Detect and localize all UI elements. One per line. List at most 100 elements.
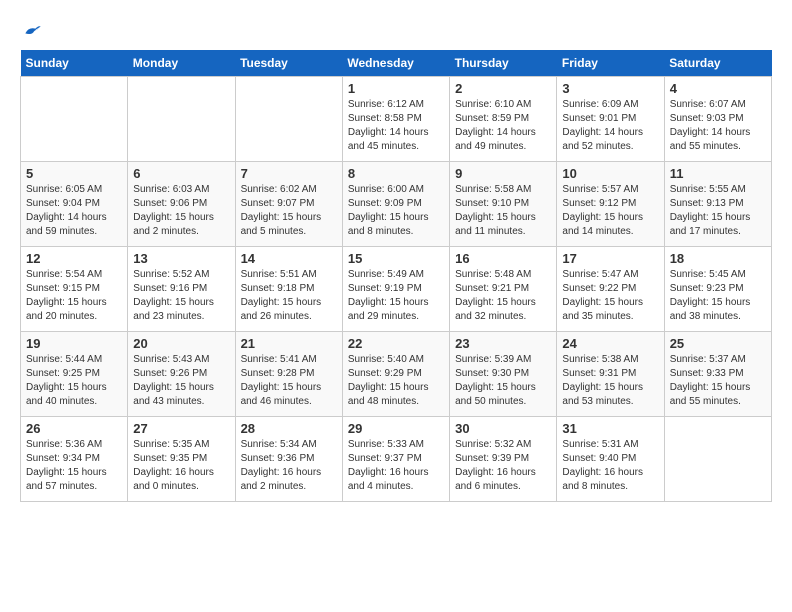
calendar-cell: 6Sunrise: 6:03 AMSunset: 9:06 PMDaylight… [128,162,235,247]
sunset-text: Sunset: 9:01 PM [562,112,658,126]
day-info: Sunrise: 5:47 AMSunset: 9:22 PMDaylight:… [562,268,658,324]
daylight-text: Daylight: 15 hours and 32 minutes. [455,296,551,324]
day-info: Sunrise: 5:49 AMSunset: 9:19 PMDaylight:… [348,268,444,324]
sunset-text: Sunset: 8:59 PM [455,112,551,126]
daylight-text: Daylight: 15 hours and 2 minutes. [133,211,229,239]
calendar-cell: 22Sunrise: 5:40 AMSunset: 9:29 PMDayligh… [342,332,449,417]
calendar-cell [128,77,235,162]
calendar-cell: 1Sunrise: 6:12 AMSunset: 8:58 PMDaylight… [342,77,449,162]
day-number: 26 [26,421,122,436]
sunset-text: Sunset: 9:35 PM [133,452,229,466]
calendar-cell: 12Sunrise: 5:54 AMSunset: 9:15 PMDayligh… [21,247,128,332]
sunset-text: Sunset: 9:40 PM [562,452,658,466]
day-info: Sunrise: 5:57 AMSunset: 9:12 PMDaylight:… [562,183,658,239]
weekday-header-wednesday: Wednesday [342,50,449,77]
calendar-cell: 21Sunrise: 5:41 AMSunset: 9:28 PMDayligh… [235,332,342,417]
day-info: Sunrise: 5:55 AMSunset: 9:13 PMDaylight:… [670,183,766,239]
daylight-text: Daylight: 16 hours and 0 minutes. [133,466,229,494]
daylight-text: Daylight: 14 hours and 55 minutes. [670,126,766,154]
sunrise-text: Sunrise: 5:39 AM [455,353,551,367]
calendar-cell: 18Sunrise: 5:45 AMSunset: 9:23 PMDayligh… [664,247,771,332]
day-number: 4 [670,81,766,96]
calendar-cell: 9Sunrise: 5:58 AMSunset: 9:10 PMDaylight… [450,162,557,247]
sunrise-text: Sunrise: 5:31 AM [562,438,658,452]
weekday-header-tuesday: Tuesday [235,50,342,77]
sunrise-text: Sunrise: 6:00 AM [348,183,444,197]
sunset-text: Sunset: 9:10 PM [455,197,551,211]
calendar-table: SundayMondayTuesdayWednesdayThursdayFrid… [20,50,772,502]
calendar-cell: 17 Sunrise: 5:47 AMSunset: 9:22 PMDayligh… [557,247,664,332]
day-info: Sunrise: 6:10 AMSunset: 8:59 PMDaylight:… [455,98,551,154]
daylight-text: Daylight: 15 hours and 8 minutes. [348,211,444,239]
day-number: 17 [562,251,658,266]
sunset-text: Sunset: 9:25 PM [26,367,122,381]
day-number: 23 [455,336,551,351]
calendar-cell: 28Sunrise: 5:34 AMSunset: 9:36 PMDayligh… [235,417,342,502]
day-number: 25 [670,336,766,351]
day-number: 14 [241,251,337,266]
sunset-text: Sunset: 9:06 PM [133,197,229,211]
calendar-week-row: 26Sunrise: 5:36 AMSunset: 9:34 PMDayligh… [21,417,772,502]
sunset-text: Sunset: 9:29 PM [348,367,444,381]
daylight-text: Daylight: 16 hours and 2 minutes. [241,466,337,494]
calendar-cell: 16Sunrise: 5:48 AMSunset: 9:21 PMDayligh… [450,247,557,332]
sunrise-text: Sunrise: 5:51 AM [241,268,337,282]
daylight-text: Daylight: 16 hours and 4 minutes. [348,466,444,494]
day-info: Sunrise: 5:40 AMSunset: 9:29 PMDaylight:… [348,353,444,409]
daylight-text: Daylight: 16 hours and 6 minutes. [455,466,551,494]
sunset-text: Sunset: 8:58 PM [348,112,444,126]
sunrise-text: Sunrise: 6:02 AM [241,183,337,197]
day-number: 8 [348,166,444,181]
calendar-cell: 8 Sunrise: 6:00 AMSunset: 9:09 PMDaylight… [342,162,449,247]
sunset-text: Sunset: 9:30 PM [455,367,551,381]
calendar-cell: 19Sunrise: 5:44 AMSunset: 9:25 PMDayligh… [21,332,128,417]
sunrise-text: Sunrise: 5:38 AM [562,353,658,367]
daylight-text: Daylight: 15 hours and 43 minutes. [133,381,229,409]
sunset-text: Sunset: 9:26 PM [133,367,229,381]
sunset-text: Sunset: 9:18 PM [241,282,337,296]
daylight-text: Daylight: 14 hours and 52 minutes. [562,126,658,154]
daylight-text: Daylight: 15 hours and 11 minutes. [455,211,551,239]
sunrise-text: Sunrise: 5:34 AM [241,438,337,452]
day-number: 2 [455,81,551,96]
logo-bird-icon [22,20,42,40]
daylight-text: Daylight: 15 hours and 46 minutes. [241,381,337,409]
day-number: 27 [133,421,229,436]
day-info: Sunrise: 5:48 AMSunset: 9:21 PMDaylight:… [455,268,551,324]
day-number: 29 [348,421,444,436]
calendar-cell: 2 Sunrise: 6:10 AMSunset: 8:59 PMDaylight… [450,77,557,162]
sunset-text: Sunset: 9:37 PM [348,452,444,466]
sunrise-text: Sunrise: 6:03 AM [133,183,229,197]
sunset-text: Sunset: 9:09 PM [348,197,444,211]
calendar-cell [21,77,128,162]
sunset-text: Sunset: 9:23 PM [670,282,766,296]
calendar-week-row: 19Sunrise: 5:44 AMSunset: 9:25 PMDayligh… [21,332,772,417]
day-number: 30 [455,421,551,436]
day-info: Sunrise: 5:52 AMSunset: 9:16 PMDaylight:… [133,268,229,324]
day-info: Sunrise: 6:05 AMSunset: 9:04 PMDaylight:… [26,183,122,239]
sunrise-text: Sunrise: 5:45 AM [670,268,766,282]
sunset-text: Sunset: 9:12 PM [562,197,658,211]
weekday-header-monday: Monday [128,50,235,77]
sunset-text: Sunset: 9:15 PM [26,282,122,296]
sunrise-text: Sunrise: 5:41 AM [241,353,337,367]
day-info: Sunrise: 5:35 AMSunset: 9:35 PMDaylight:… [133,438,229,494]
day-number: 5 [26,166,122,181]
sunset-text: Sunset: 9:21 PM [455,282,551,296]
sunrise-text: Sunrise: 5:58 AM [455,183,551,197]
calendar-cell: 14Sunrise: 5:51 AMSunset: 9:18 PMDayligh… [235,247,342,332]
day-info: Sunrise: 6:12 AMSunset: 8:58 PMDaylight:… [348,98,444,154]
sunrise-text: Sunrise: 6:12 AM [348,98,444,112]
sunset-text: Sunset: 9:07 PM [241,197,337,211]
calendar-cell: 23Sunrise: 5:39 AMSunset: 9:30 PMDayligh… [450,332,557,417]
daylight-text: Daylight: 15 hours and 48 minutes. [348,381,444,409]
day-info: Sunrise: 5:32 AMSunset: 9:39 PMDaylight:… [455,438,551,494]
calendar-cell [664,417,771,502]
sunrise-text: Sunrise: 5:44 AM [26,353,122,367]
daylight-text: Daylight: 15 hours and 23 minutes. [133,296,229,324]
day-info: Sunrise: 5:41 AMSunset: 9:28 PMDaylight:… [241,353,337,409]
day-number: 28 [241,421,337,436]
day-info: Sunrise: 6:03 AMSunset: 9:06 PMDaylight:… [133,183,229,239]
sunset-text: Sunset: 9:03 PM [670,112,766,126]
day-info: Sunrise: 6:09 AMSunset: 9:01 PMDaylight:… [562,98,658,154]
